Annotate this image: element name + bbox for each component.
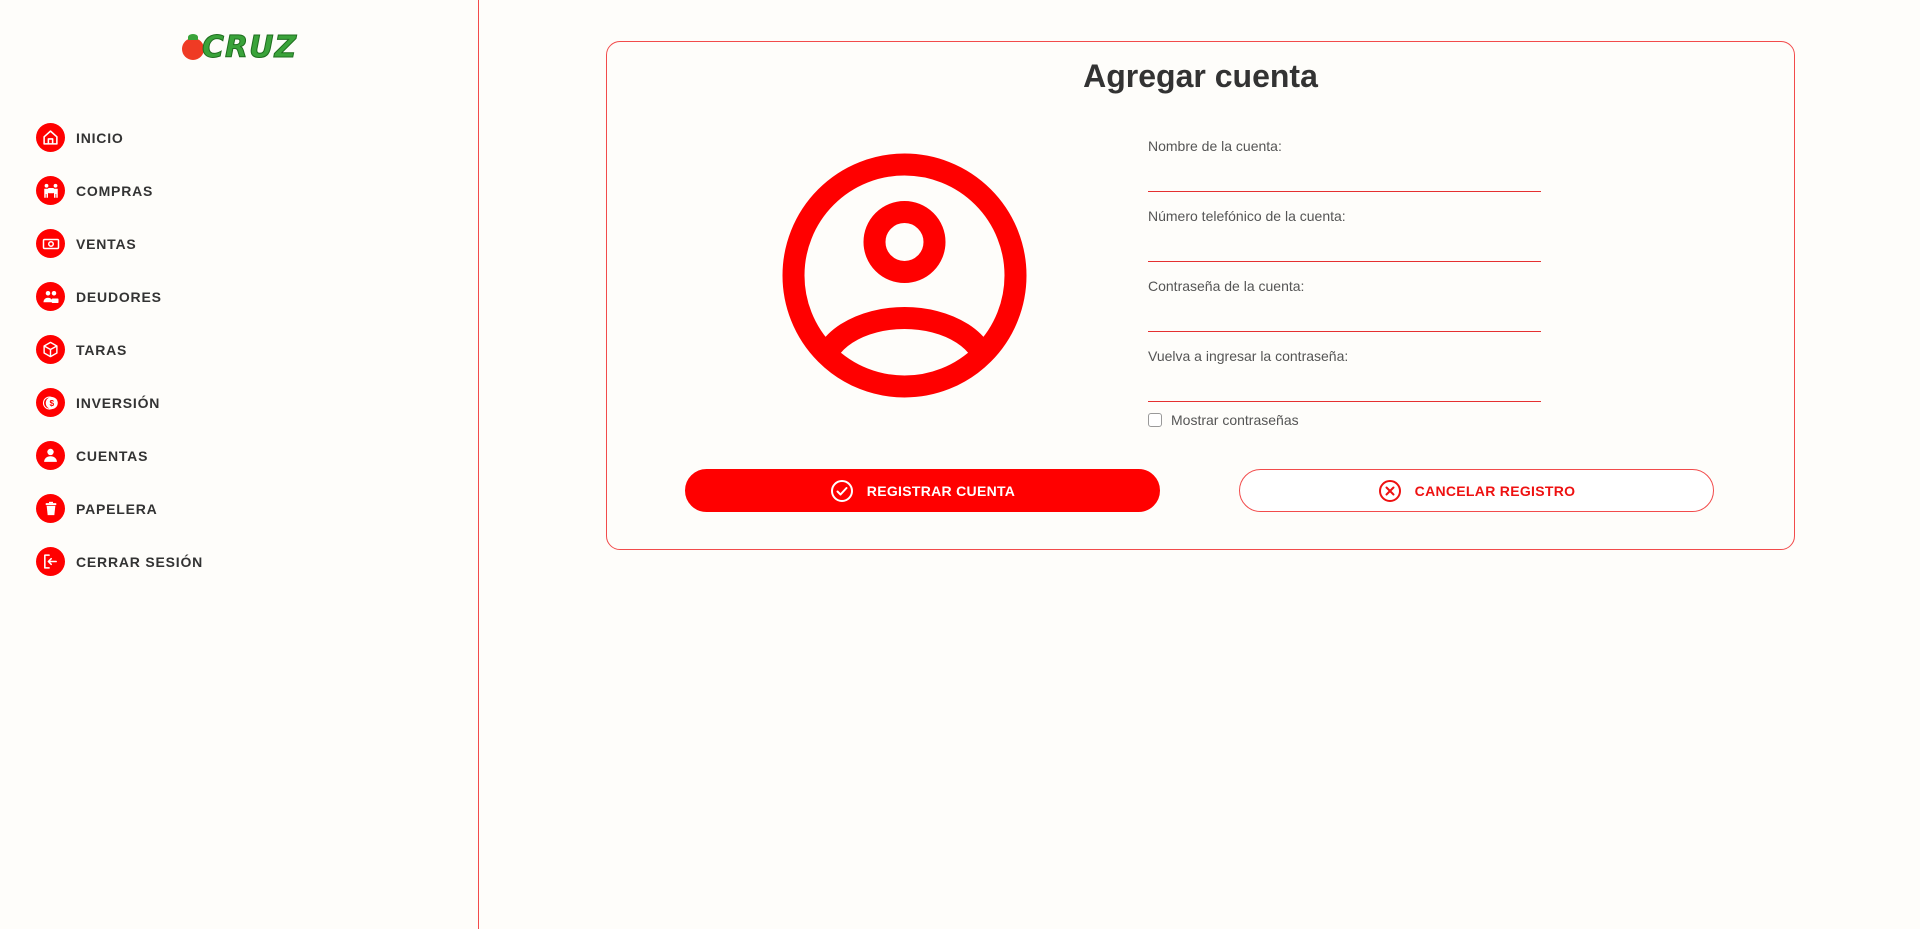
password-label: Contraseña de la cuenta: [1148, 278, 1305, 294]
cart-icon [36, 176, 65, 205]
box-icon [36, 335, 65, 364]
sidebar-item-label: COMPRAS [76, 182, 154, 199]
sidebar-item-label: VENTAS [76, 235, 137, 252]
sidebar-item-cerrar-sesion[interactable]: CERRAR SESIÓN [36, 535, 436, 588]
show-passwords-label: Mostrar contraseñas [1171, 412, 1299, 428]
user-avatar-icon [782, 153, 1027, 398]
sidebar-item-label: INVERSIÓN [76, 394, 161, 411]
phone-label: Número telefónico de la cuenta: [1148, 208, 1346, 224]
brand-logo[interactable]: CRUZ [180, 28, 298, 68]
password-input[interactable] [1148, 304, 1541, 332]
confirm-password-field-group: Vuelva a ingresar la contraseña: [1148, 348, 1541, 414]
show-passwords-checkbox[interactable] [1148, 413, 1162, 427]
sidebar-item-label: CUENTAS [76, 447, 149, 464]
phone-field-group: Número telefónico de la cuenta: [1148, 208, 1541, 274]
sidebar-item-taras[interactable]: TARAS [36, 323, 436, 376]
money-icon [36, 229, 65, 258]
confirm-password-label: Vuelva a ingresar la contraseña: [1148, 348, 1349, 364]
show-passwords-toggle[interactable]: Mostrar contraseñas [1148, 412, 1541, 428]
tomato-mascot-icon [182, 38, 204, 60]
sidebar-item-label: INICIO [76, 129, 124, 146]
coin-icon: $ [36, 388, 65, 417]
sidebar-item-label: DEUDORES [76, 288, 162, 305]
debtors-icon [36, 282, 65, 311]
close-circle-icon [1378, 479, 1402, 503]
sidebar-item-inversion[interactable]: $ INVERSIÓN [36, 376, 436, 429]
logout-icon [36, 547, 65, 576]
sidebar-item-deudores[interactable]: DEUDORES [36, 270, 436, 323]
check-circle-icon [830, 479, 854, 503]
account-form: Nombre de la cuenta: Número telefónico d… [1148, 134, 1541, 428]
sidebar-item-label: PAPELERA [76, 500, 158, 517]
brand-logo-text: CRUZ [201, 30, 298, 66]
leaf-icon [188, 34, 198, 40]
sidebar-item-label: TARAS [76, 341, 128, 358]
sidebar-item-ventas[interactable]: VENTAS [36, 217, 436, 270]
register-account-button[interactable]: REGISTRAR CUENTA [685, 469, 1160, 512]
account-name-field-group: Nombre de la cuenta: [1148, 138, 1541, 204]
phone-input[interactable] [1148, 234, 1541, 262]
add-account-card: Agregar cuenta Nombre de la cuenta: Núme… [606, 41, 1795, 550]
account-name-input[interactable] [1148, 164, 1541, 192]
home-icon [36, 123, 65, 152]
sidebar-item-label: CERRAR SESIÓN [76, 553, 204, 570]
user-icon [36, 441, 65, 470]
account-name-label: Nombre de la cuenta: [1148, 138, 1282, 154]
sidebar-item-compras[interactable]: COMPRAS [36, 164, 436, 217]
register-account-label: REGISTRAR CUENTA [866, 482, 1016, 499]
cancel-registration-label: CANCELAR REGISTRO [1414, 482, 1576, 499]
page-title: Agregar cuenta [1083, 58, 1318, 94]
sidebar-item-cuentas[interactable]: CUENTAS [36, 429, 436, 482]
confirm-password-input[interactable] [1148, 374, 1541, 402]
svg-text:$: $ [49, 399, 54, 408]
sidebar-item-papelera[interactable]: PAPELERA [36, 482, 436, 535]
trash-icon [36, 494, 65, 523]
cancel-registration-button[interactable]: CANCELAR REGISTRO [1239, 469, 1714, 512]
sidebar: CRUZ INICIO COMPRAS VENTAS DEUDORES TARA… [0, 0, 479, 929]
sidebar-item-inicio[interactable]: INICIO [36, 111, 436, 164]
sidebar-nav: INICIO COMPRAS VENTAS DEUDORES TARAS $ I… [36, 111, 436, 588]
password-field-group: Contraseña de la cuenta: [1148, 278, 1541, 344]
